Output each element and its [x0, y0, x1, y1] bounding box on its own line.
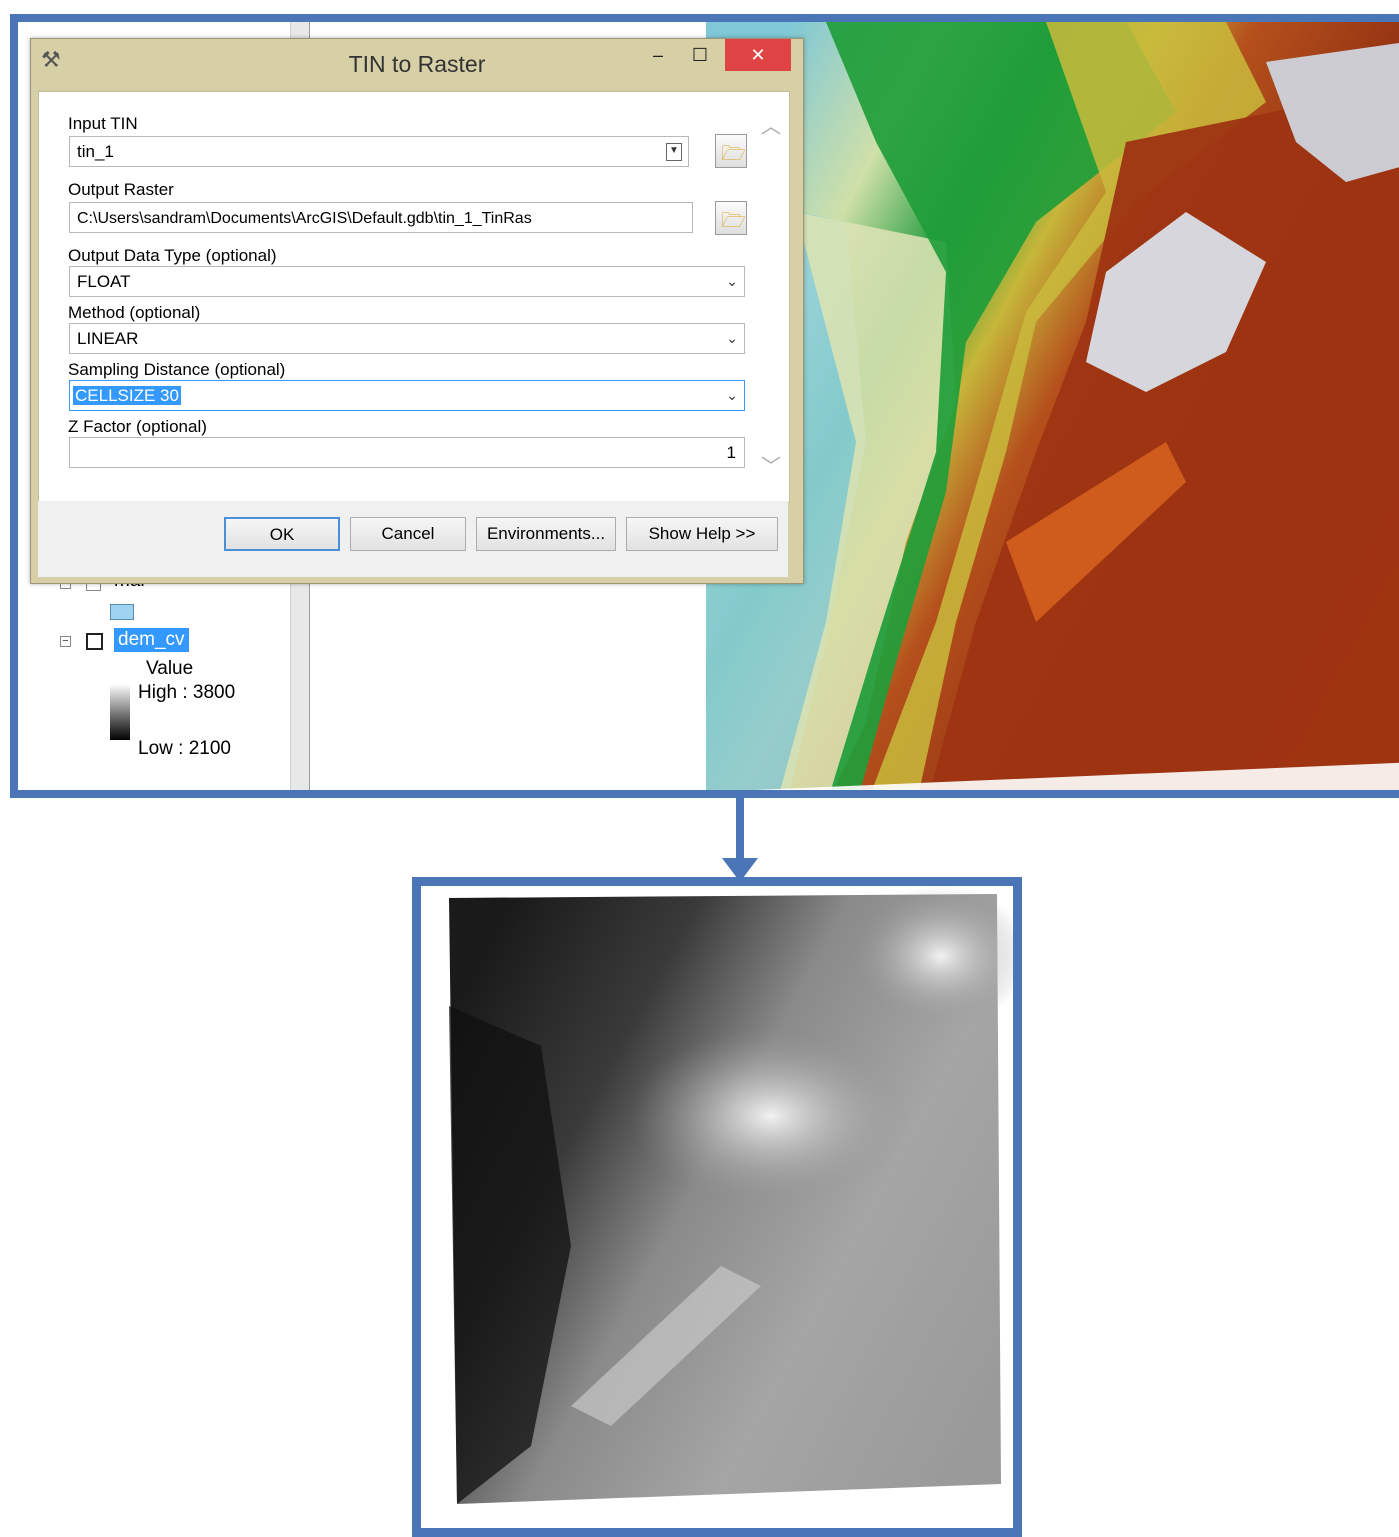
ok-button[interactable]: OK: [224, 517, 340, 551]
close-icon[interactable]: ✕: [725, 39, 791, 71]
environments-button[interactable]: Environments...: [476, 517, 616, 551]
legend-gradient-ramp: [110, 684, 130, 740]
mar-symbol-swatch: [110, 604, 134, 620]
expander-dem-cv[interactable]: −: [60, 636, 71, 647]
legend-high-label: High : 3800: [138, 682, 236, 703]
scroll-up-icon[interactable]: ︿: [761, 110, 781, 139]
output-raster-grayscale: [449, 886, 1013, 1504]
input-tin-dropdown[interactable]: tin_1 ▼: [69, 136, 689, 167]
sampling-distance-label: Sampling Distance (optional): [68, 360, 286, 379]
browse-output-raster-button[interactable]: 🗁: [715, 201, 747, 235]
z-factor-input[interactable]: 1: [69, 437, 745, 468]
dialog-parameters-panel: Input TIN tin_1 ▼ 🗁 Output Raster C:\Use…: [38, 91, 790, 503]
input-tin-label: Input TIN: [68, 114, 138, 133]
tin-to-raster-dialog: ⚒ TIN to Raster – ☐ ✕ Input TIN tin_1 ▼ …: [30, 38, 804, 584]
layer-name-dem-cv[interactable]: dem_cv: [114, 628, 189, 652]
tin-terrain-map: [706, 22, 1399, 790]
sampling-distance-value: CELLSIZE 30: [73, 386, 181, 405]
browse-input-tin-button[interactable]: 🗁: [715, 134, 747, 168]
sampling-distance-select[interactable]: CELLSIZE 30 ⌄: [69, 380, 745, 411]
output-raster-value: C:\Users\sandram\Documents\ArcGIS\Defaul…: [77, 210, 532, 227]
z-factor-value: 1: [726, 443, 736, 462]
result-raster-frame: [412, 877, 1022, 1537]
legend-title: Value: [146, 658, 194, 679]
show-help-button[interactable]: Show Help >>: [626, 517, 778, 551]
z-factor-label: Z Factor (optional): [68, 417, 207, 436]
folder-open-icon: 🗁: [721, 210, 746, 232]
method-label: Method (optional): [68, 303, 201, 322]
data-type-label: Output Data Type (optional): [68, 246, 277, 265]
data-type-value: FLOAT: [77, 272, 131, 291]
maximize-icon[interactable]: ☐: [685, 45, 715, 73]
chevron-down-icon[interactable]: ⌄: [726, 381, 738, 410]
minimize-icon[interactable]: –: [643, 45, 673, 73]
folder-open-icon: 🗁: [721, 143, 746, 165]
method-select[interactable]: LINEAR ⌄: [69, 323, 745, 354]
output-raster-label: Output Raster: [68, 180, 174, 199]
method-value: LINEAR: [77, 329, 139, 348]
legend-low-label: Low : 2100: [138, 738, 231, 759]
chevron-down-icon[interactable]: ⌄: [726, 324, 738, 353]
arcmap-screenshot-frame: − mar − dem_cv Value High : 3800 Low : 2…: [10, 14, 1399, 798]
dialog-button-bar: OK Cancel Environments... Show Help >>: [38, 501, 788, 577]
checkbox-dem-cv[interactable]: [86, 633, 103, 650]
chevron-down-icon[interactable]: ▼: [666, 143, 682, 161]
input-tin-value: tin_1: [77, 142, 114, 161]
scroll-down-icon[interactable]: ﹀: [761, 450, 781, 479]
dem-central-peak: [631, 1026, 911, 1206]
data-type-select[interactable]: FLOAT ⌄: [69, 266, 745, 297]
chevron-down-icon[interactable]: ⌄: [726, 267, 738, 296]
output-raster-input[interactable]: C:\Users\sandram\Documents\ArcGIS\Defaul…: [69, 202, 693, 233]
cancel-button[interactable]: Cancel: [350, 517, 466, 551]
